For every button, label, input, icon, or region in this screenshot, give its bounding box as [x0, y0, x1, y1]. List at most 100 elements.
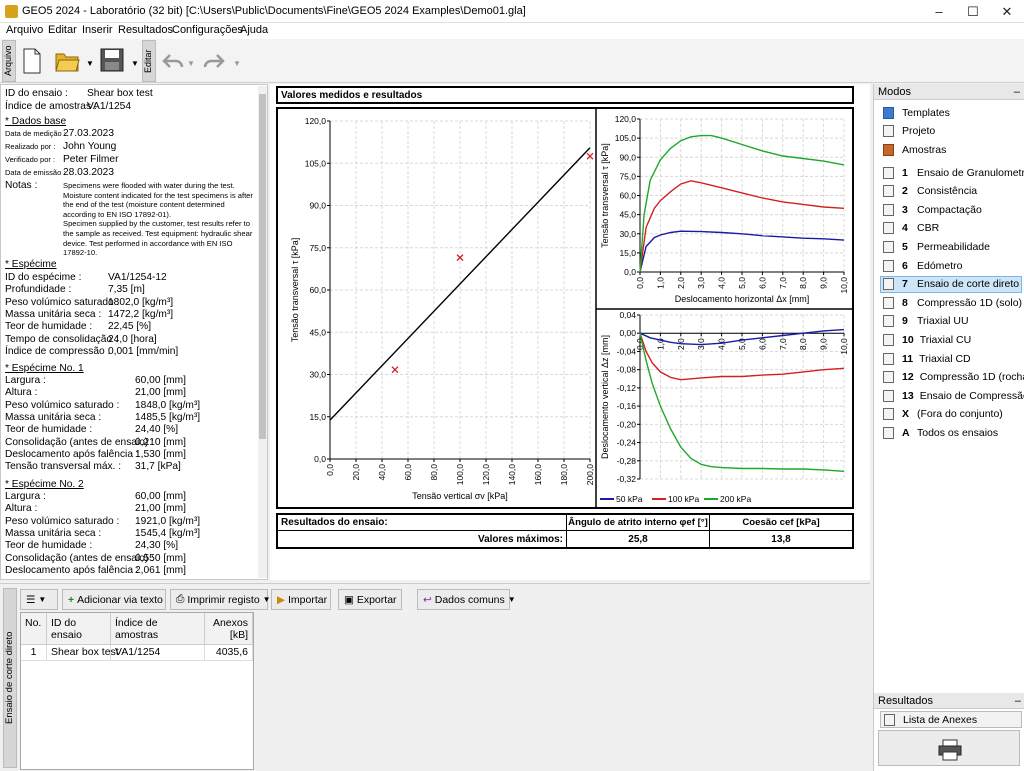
mode-label: Todos os ensaios	[917, 426, 999, 439]
mode-number: 12	[902, 371, 914, 384]
mode-item-a[interactable]: A Todos os ensaios	[883, 424, 998, 441]
maximize-button[interactable]: ☐	[957, 0, 989, 23]
test-icon	[883, 259, 894, 272]
test-icon	[883, 315, 894, 328]
window-title: GEO5 2024 - Laboratório (32 bit) [C:\Use…	[22, 5, 526, 17]
templates-item[interactable]: Templates	[883, 104, 950, 121]
field-label: Profundidade :	[5, 284, 72, 296]
arquivo-tab[interactable]: Arquivo	[2, 40, 16, 82]
y-tick-label: -0,28	[617, 456, 637, 466]
editar-tab[interactable]: Editar	[142, 40, 156, 82]
mode-item-10[interactable]: 10 Triaxial CU	[883, 331, 971, 348]
y-tick-label: -0,16	[617, 401, 637, 411]
x-tick-label: 6,0	[757, 338, 767, 350]
resultados-collapse-icon[interactable]: –	[1015, 695, 1021, 707]
mode-label: (Fora do conjunto)	[917, 408, 1003, 421]
common-data-button[interactable]: ↩ Dados comuns ▼	[417, 589, 516, 610]
mode-item-9[interactable]: 9 Triaxial UU	[883, 313, 969, 330]
col-no[interactable]: No.	[21, 613, 47, 645]
results-table: Resultados do ensaio: Ângulo de atrito i…	[276, 513, 854, 549]
left-scrollbar[interactable]	[258, 86, 267, 578]
ensaio-corte-tab[interactable]: Ensaio de corte direto	[3, 588, 17, 768]
mode-number: 6	[902, 259, 908, 272]
undo-icon[interactable]	[162, 53, 184, 69]
print-log-button[interactable]: ⎙ Imprimir registo ▼	[170, 589, 271, 610]
col-sample[interactable]: Índice de amostras	[111, 613, 205, 645]
close-button[interactable]: ✕	[991, 0, 1023, 23]
x-tick-label: 3,0	[696, 277, 706, 289]
y-tick-label: 60,0	[619, 191, 636, 201]
projeto-item[interactable]: Projeto	[883, 122, 935, 139]
undo-dropdown-icon[interactable]: ▼	[187, 59, 195, 68]
open-dropdown-icon[interactable]: ▼	[86, 59, 94, 68]
menu-editar[interactable]: Editar	[48, 24, 77, 36]
redo-icon[interactable]	[203, 53, 225, 69]
test-icon	[883, 352, 894, 365]
especime-header[interactable]: * Espécime	[5, 259, 57, 270]
especime1-header[interactable]: * Espécime No. 1	[5, 363, 84, 374]
test-icon	[883, 408, 894, 421]
mode-label: Triaxial CD	[919, 352, 971, 365]
field-label: Largura :	[5, 375, 46, 386]
notes-line: the end of the test (moisture content de…	[63, 200, 225, 210]
list-icon	[884, 713, 895, 726]
table-cell-no[interactable]: 1	[21, 645, 47, 661]
x-tick-label: 0,0	[635, 277, 645, 289]
scroll-thumb[interactable]	[259, 94, 266, 439]
col-id[interactable]: ID do ensaio	[47, 613, 111, 645]
notes-line: the sample as received. Test equipment: …	[63, 228, 253, 238]
mode-item-6[interactable]: 6 Edómetro	[883, 257, 963, 274]
mode-item-5[interactable]: 5 Permeabilidade	[883, 238, 990, 255]
save-dropdown-icon[interactable]: ▼	[131, 59, 139, 68]
table-cell-id[interactable]: Shear box test	[47, 645, 119, 661]
mode-number: 2	[902, 185, 908, 198]
notes-line: Specimen supplied by the customer, test …	[63, 219, 250, 229]
minimize-button[interactable]: –	[923, 0, 955, 23]
add-via-text-button[interactable]: + Adicionar via texto	[62, 589, 166, 610]
col-anexos[interactable]: Anexos [kB]	[205, 613, 253, 645]
field-value: 60,00 [mm]	[135, 375, 186, 386]
y-tick-label: 30,0	[619, 229, 636, 239]
mode-item-13[interactable]: 13 Ensaio de Compressão c...	[883, 387, 1024, 404]
menu-resultados[interactable]: Resultados	[118, 24, 173, 36]
results-label: Resultados do ensaio:	[281, 517, 388, 528]
mode-item-11[interactable]: 11 Triaxial CD	[883, 350, 971, 367]
mode-number: 13	[902, 389, 914, 402]
view-mode-button[interactable]: ☰ ▼	[20, 589, 58, 610]
mode-item-x[interactable]: X (Fora do conjunto)	[883, 406, 1003, 423]
menu-ajuda[interactable]: Ajuda	[240, 24, 268, 36]
data-medicao-label: Data de medição :	[5, 129, 66, 138]
mode-item-1[interactable]: 1 Ensaio de Granulometria	[883, 164, 1024, 181]
menu-arquivo[interactable]: Arquivo	[6, 24, 43, 36]
y-axis-label: Tensão transversal τ [kPa]	[600, 143, 610, 248]
field-label: Massa unitária seca :	[5, 411, 102, 423]
new-file-icon[interactable]	[22, 48, 42, 74]
collapse-icon[interactable]: –	[1014, 86, 1020, 98]
y-tick-label: 120,0	[615, 114, 637, 124]
mode-item-4[interactable]: 4 CBR	[883, 220, 939, 237]
mode-item-8[interactable]: 8 Compressão 1D (solo)	[883, 294, 1022, 311]
redo-dropdown-icon[interactable]: ▼	[233, 59, 241, 68]
save-icon[interactable]	[100, 48, 124, 72]
table-cell-anexos[interactable]: 4035,6	[205, 645, 253, 661]
field-label: Teor de humidade :	[5, 540, 93, 552]
import-button[interactable]: ▶ Importar	[271, 589, 331, 610]
mode-number: 7	[902, 278, 908, 291]
menu-configuracoes[interactable]: Configurações	[172, 24, 243, 36]
table-cell-sample[interactable]: VA1/1254	[111, 645, 205, 661]
lista-anexos-button[interactable]: Lista de Anexes	[880, 711, 1022, 728]
field-value: 2,061 [mm]	[135, 564, 186, 576]
mode-item-7[interactable]: 7 Ensaio de corte direto	[880, 275, 1022, 293]
x-tick-label: 140,0	[507, 464, 517, 486]
mode-item-3[interactable]: 3 Compactação	[883, 201, 982, 218]
menu-inserir[interactable]: Inserir	[82, 24, 113, 36]
especime2-header[interactable]: * Espécime No. 2	[5, 479, 84, 490]
open-folder-icon[interactable]	[55, 49, 81, 73]
dados-base-header[interactable]: * Dados base	[5, 116, 66, 127]
export-button[interactable]: ▣ Exportar	[338, 589, 402, 610]
amostras-item[interactable]: Amostras	[883, 141, 946, 158]
print-button[interactable]	[878, 730, 1020, 766]
mode-item-2[interactable]: 2 Consistência	[883, 183, 977, 200]
field-value: 1472,2 [kg/m³]	[108, 308, 174, 320]
mode-item-12[interactable]: 12 Compressão 1D (rocha)	[883, 369, 1024, 386]
